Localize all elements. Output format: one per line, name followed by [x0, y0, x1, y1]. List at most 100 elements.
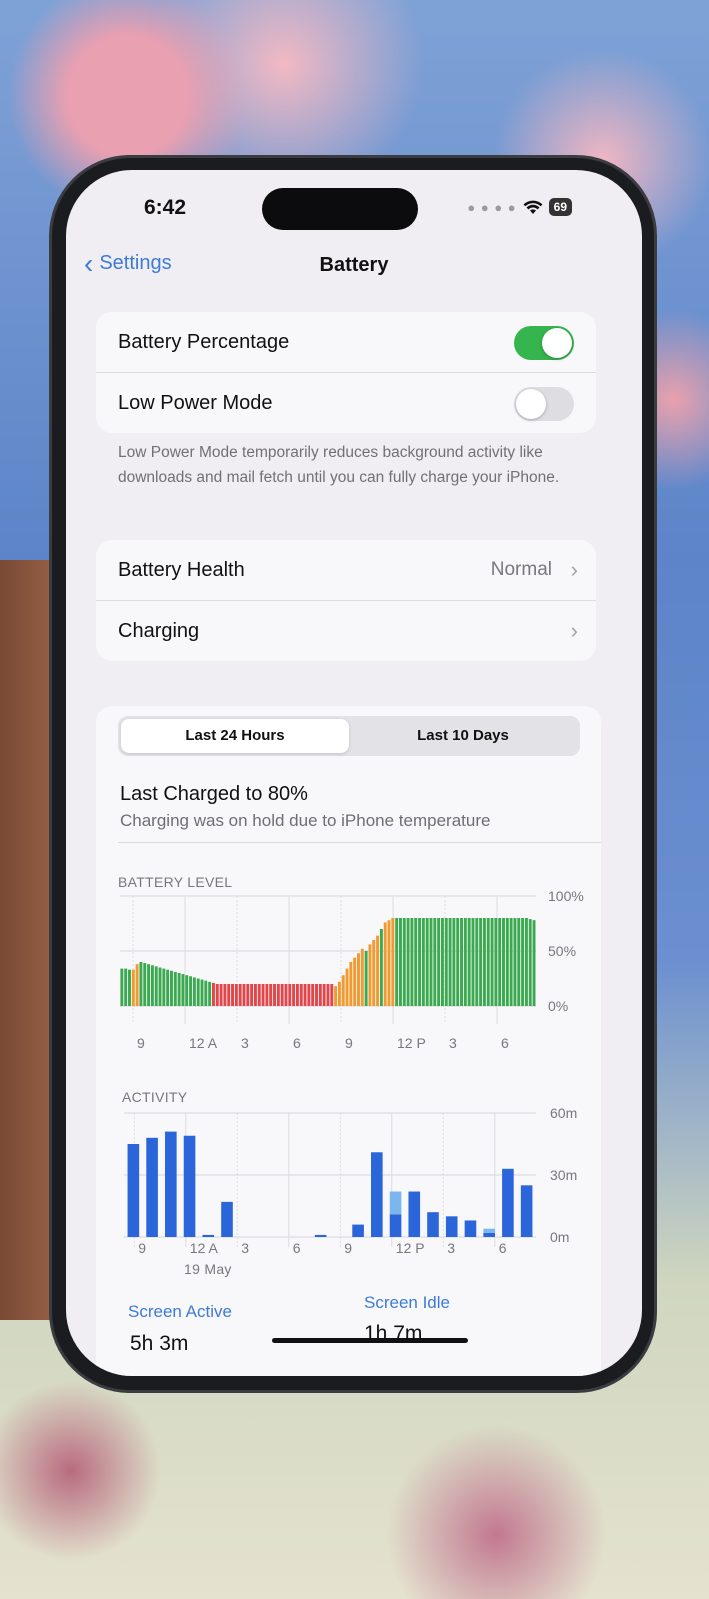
battery-bar — [150, 965, 154, 1006]
battery-bar — [189, 976, 193, 1006]
battery-bar — [299, 984, 303, 1006]
battery-health-value: Normal — [490, 559, 552, 580]
battery-bar — [330, 984, 334, 1006]
battery-bar — [158, 967, 162, 1006]
battery-bar — [135, 964, 139, 1006]
battery-bar — [440, 918, 444, 1006]
battery-percentage-toggle[interactable] — [514, 326, 574, 360]
activity-bar-active — [183, 1135, 196, 1237]
activity-bar-active — [352, 1224, 364, 1237]
activity-bar-active — [371, 1152, 383, 1237]
battery-bar — [242, 984, 246, 1006]
battery-bar — [162, 968, 166, 1006]
battery-bar — [421, 918, 425, 1006]
battery-bar — [494, 918, 498, 1006]
activity-bar-active — [127, 1144, 140, 1237]
battery-y-tick: 100% — [548, 888, 584, 904]
battery-bar — [257, 984, 261, 1006]
battery-x-tick: 3 — [449, 1035, 457, 1051]
battery-bar — [448, 918, 452, 1006]
battery-bar — [124, 968, 128, 1006]
battery-bar — [334, 986, 338, 1006]
battery-bar — [479, 918, 483, 1006]
battery-bar — [238, 984, 242, 1006]
battery-bar — [418, 918, 422, 1006]
dynamic-island — [262, 188, 418, 230]
battery-bar — [528, 919, 532, 1006]
wifi-icon — [523, 200, 543, 214]
divider — [118, 842, 601, 843]
battery-bar — [387, 920, 391, 1006]
activity-bar-active — [483, 1232, 495, 1237]
battery-bar — [211, 982, 215, 1006]
battery-bar — [215, 984, 219, 1006]
toggle-knob — [542, 328, 572, 358]
battery-bar — [406, 918, 410, 1006]
battery-bar — [482, 918, 486, 1006]
battery-bar — [471, 918, 475, 1006]
battery-bar — [143, 963, 147, 1006]
screen-active-value: 5h 3m — [130, 1332, 189, 1355]
battery-bar — [463, 918, 467, 1006]
battery-bar — [177, 973, 181, 1006]
activity-bar-idle — [483, 1228, 495, 1233]
battery-bar — [311, 984, 315, 1006]
phone-screen: 6:42 ● ● ● ● 69 ‹ Settings Battery Batte… — [66, 170, 642, 1376]
battery-bar — [437, 918, 441, 1006]
tab-last-10-days[interactable]: Last 10 Days — [349, 719, 577, 753]
battery-bar — [173, 971, 177, 1006]
battery-bar — [284, 984, 288, 1006]
battery-bar — [349, 962, 353, 1006]
battery-bar — [376, 935, 380, 1006]
battery-bar — [395, 918, 399, 1006]
battery-bar — [410, 918, 414, 1006]
battery-y-tick: 0% — [548, 998, 568, 1014]
battery-bar — [467, 918, 471, 1006]
activity-x-tick: 9 — [138, 1240, 146, 1256]
activity-x-tick: 3 — [447, 1240, 455, 1256]
battery-bar — [509, 918, 513, 1006]
activity-x-tick: 6 — [293, 1240, 301, 1256]
home-indicator — [272, 1338, 468, 1343]
activity-x-tick: 6 — [499, 1240, 507, 1256]
battery-bar — [192, 977, 196, 1006]
low-power-toggle[interactable] — [514, 387, 574, 421]
battery-bar — [261, 984, 265, 1006]
chevron-right-icon: › — [570, 618, 578, 643]
tab-last-24-hours[interactable]: Last 24 Hours — [121, 719, 349, 753]
battery-bar — [521, 918, 525, 1006]
battery-bar — [166, 969, 170, 1006]
battery-bar — [315, 984, 318, 1006]
battery-bar — [208, 981, 212, 1006]
battery-bar — [341, 975, 345, 1006]
battery-bar — [372, 940, 376, 1006]
battery-health-row[interactable]: Battery Health Normal › — [96, 540, 596, 600]
battery-x-tick: 9 — [345, 1035, 353, 1051]
battery-x-tick: 12 P — [397, 1035, 426, 1051]
activity-bar-active — [464, 1220, 477, 1237]
battery-bar — [345, 968, 349, 1006]
status-icons: ● ● ● ● 69 — [467, 198, 572, 216]
battery-bar — [452, 918, 456, 1006]
battery-bar — [185, 975, 189, 1006]
battery-bar — [250, 984, 254, 1006]
battery-bar — [147, 964, 151, 1006]
charging-label: Charging — [118, 619, 200, 642]
battery-bar — [280, 984, 284, 1006]
activity-bar-active — [427, 1212, 439, 1237]
battery-bar — [131, 969, 135, 1006]
battery-bar — [181, 974, 185, 1006]
battery-bar — [288, 984, 292, 1006]
low-power-footnote: Low Power Mode temporarily reduces backg… — [118, 444, 560, 486]
activity-bar-active — [408, 1191, 421, 1237]
toggle-knob — [516, 389, 546, 419]
charging-row[interactable]: Charging › — [96, 600, 596, 661]
battery-health-label: Battery Health — [118, 558, 245, 581]
navigation-bar: ‹ Settings Battery — [66, 248, 642, 288]
low-power-row: Low Power Mode — [96, 372, 596, 433]
battery-bar — [513, 918, 517, 1006]
battery-bar — [502, 918, 505, 1006]
battery-bar — [532, 920, 536, 1006]
page-title: Battery — [319, 254, 389, 276]
battery-bar — [337, 981, 341, 1006]
